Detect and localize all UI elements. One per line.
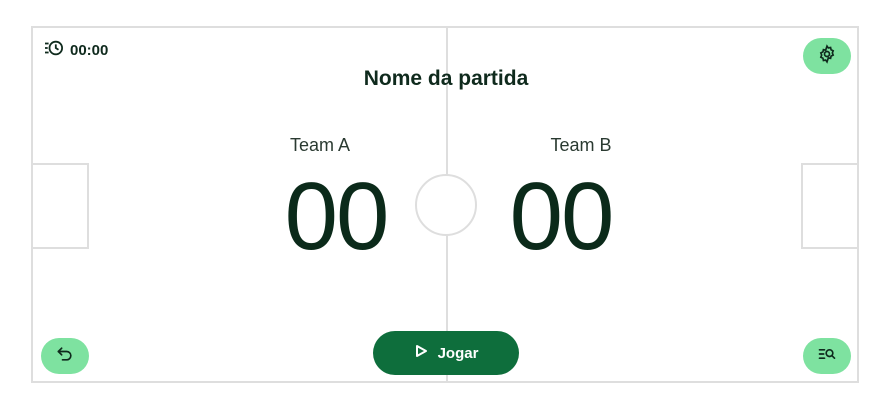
goal-area-left: [33, 163, 89, 249]
history-search-button[interactable]: [803, 338, 851, 374]
team-a-score[interactable]: 00: [256, 162, 416, 272]
undo-button[interactable]: [41, 338, 89, 374]
team-b-score[interactable]: 00: [481, 162, 641, 272]
timer-value: 00:00: [70, 41, 109, 59]
history-clock-icon: [44, 39, 64, 61]
team-a-name: Team A: [289, 135, 351, 155]
team-b-name: Team B: [550, 135, 612, 155]
play-button[interactable]: Jogar: [373, 331, 519, 375]
settings-button[interactable]: [803, 38, 851, 74]
play-icon: [414, 344, 428, 362]
gear-icon: [817, 43, 837, 69]
goal-area-right: [801, 163, 857, 249]
center-circle: [415, 174, 477, 236]
play-button-label: Jogar: [437, 344, 479, 362]
list-search-icon: [817, 344, 837, 369]
undo-icon: [55, 344, 75, 369]
match-timer: 00:00: [44, 39, 108, 61]
match-title: Nome da partida: [363, 67, 529, 90]
